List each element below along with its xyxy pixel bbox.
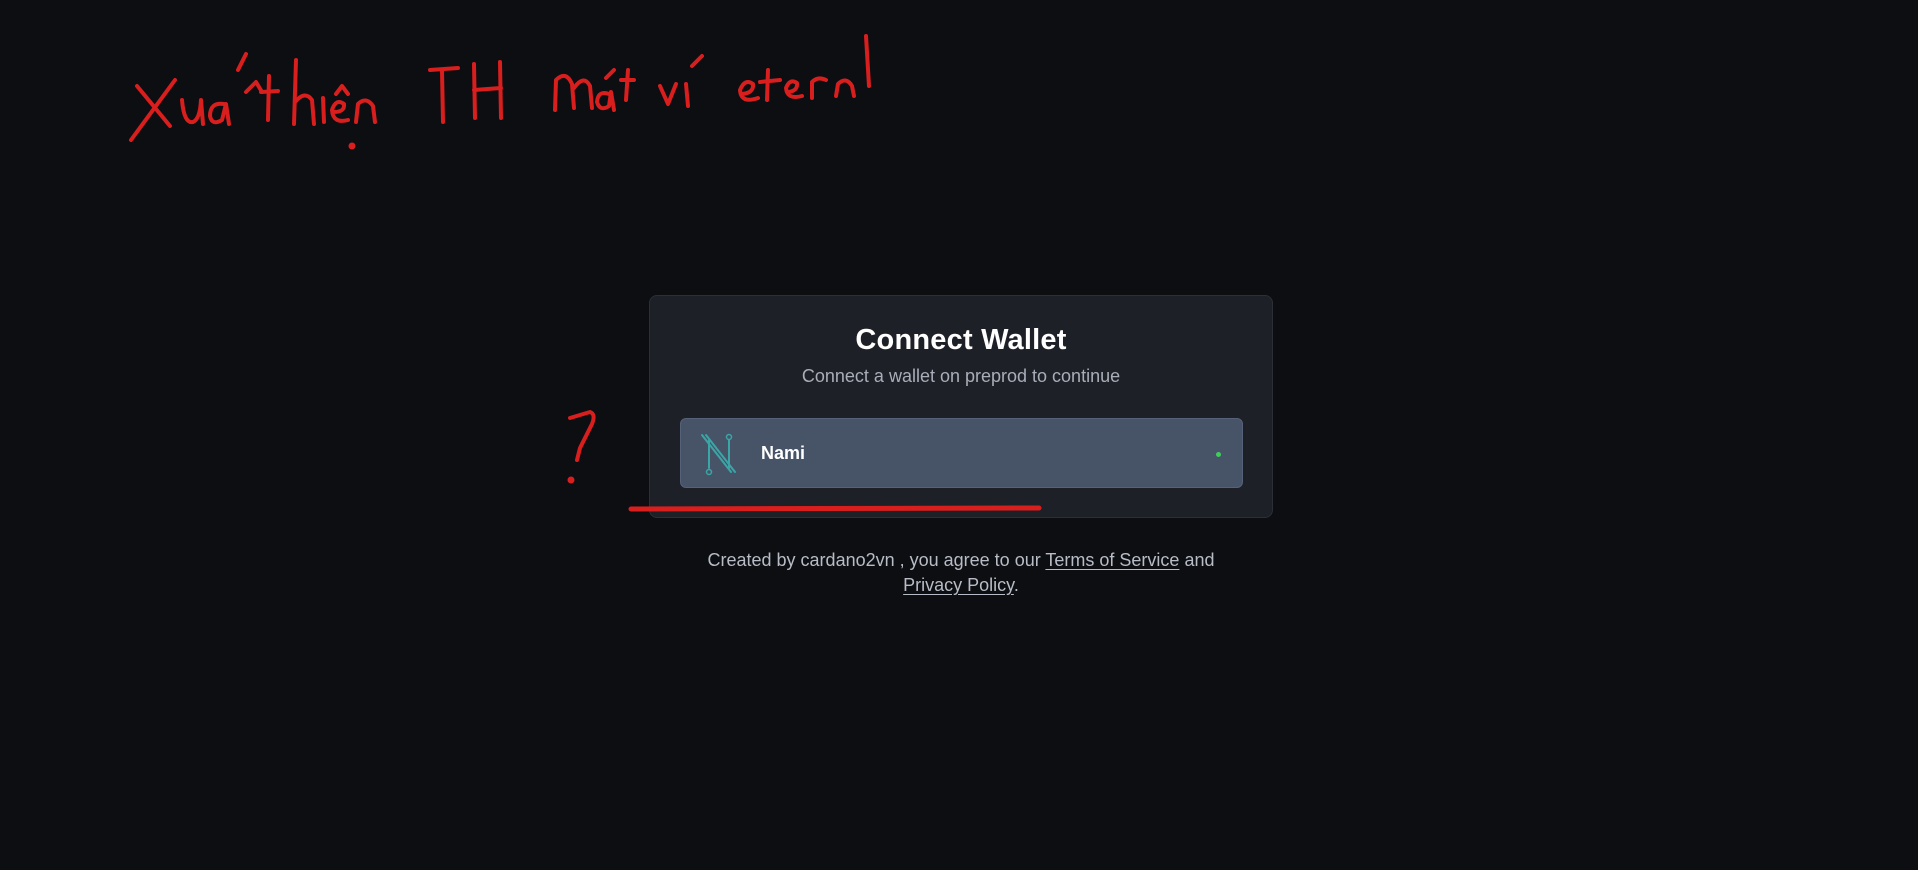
wallet-option-nami[interactable]: Nami [680,418,1243,488]
nami-logo-icon [699,432,739,476]
footer-prefix: Created by cardano2vn , you agree to our [707,550,1046,570]
handwritten-note [129,34,871,150]
legal-footer: Created by cardano2vn , you agree to our… [649,548,1273,598]
wallet-status-dot [1216,452,1221,457]
terms-of-service-link[interactable]: Terms of Service [1045,550,1179,570]
connect-wallet-page: Connect Wallet Connect a wallet on prepr… [0,0,1918,870]
footer-suffix: . [1013,575,1019,595]
question-mark-annotation [567,410,596,484]
footer-middle: and [1179,550,1215,570]
wallet-name: Nami [761,443,806,463]
modal-title: Connect Wallet [855,324,1067,356]
modal-subtitle: Connect a wallet on preprod to continue [801,366,1121,386]
privacy-policy-link[interactable]: Privacy Policy [903,575,1014,595]
connect-wallet-modal: Connect Wallet Connect a wallet on prepr… [649,295,1273,518]
